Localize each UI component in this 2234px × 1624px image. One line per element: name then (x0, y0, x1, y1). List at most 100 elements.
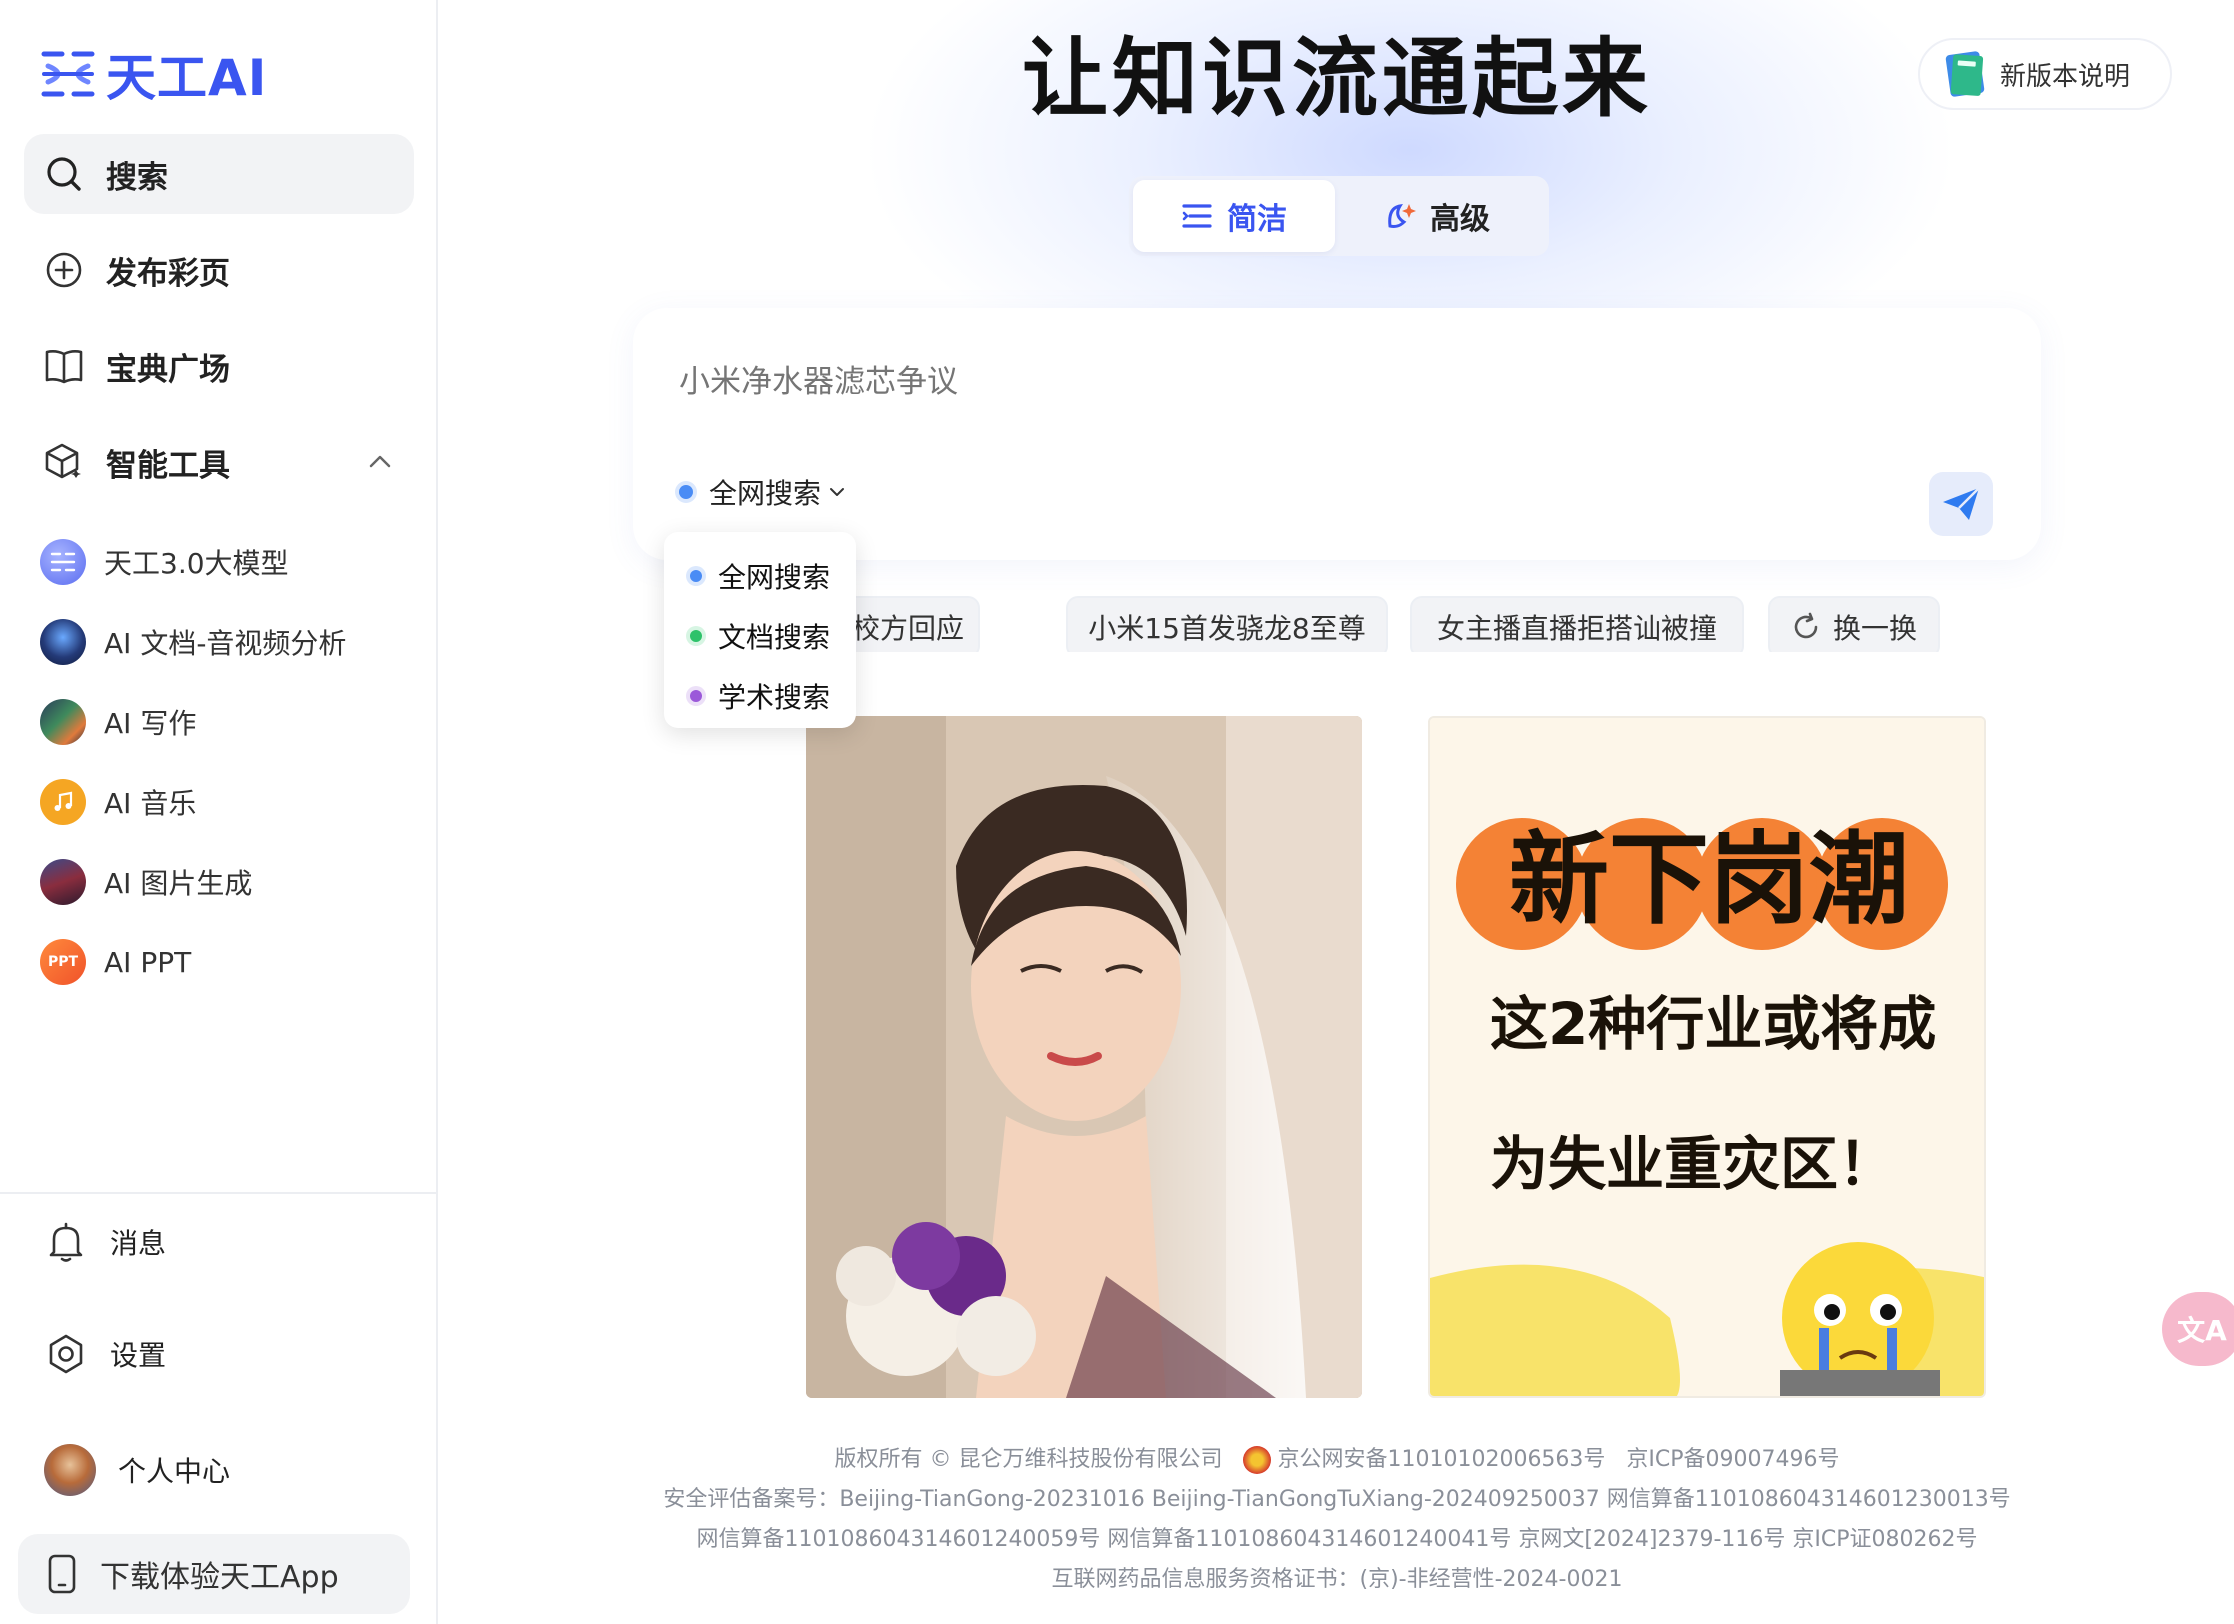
bell-icon (44, 1220, 88, 1264)
phone-icon (48, 1554, 76, 1594)
tiangong-model-icon (40, 539, 86, 585)
sidebar-item-profile[interactable]: 个人中心 (44, 1444, 230, 1496)
chevron-up-icon[interactable] (366, 448, 394, 476)
mode-toggle: 简洁 高级 (1129, 176, 1549, 256)
hot-topic-label: 小米15首发骁龙8至尊 (1088, 612, 1366, 645)
refresh-label: 换一换 (1832, 612, 1917, 645)
writing-icon (40, 699, 86, 745)
gear-icon (44, 1332, 88, 1376)
tool-label: AI PPT (104, 945, 192, 979)
footer-line4: 互联网药品信息服务资格证书：(京)-非经营性-2024-0021 (1051, 1567, 1623, 1592)
scope-option-label: 文档搜索 (718, 621, 831, 654)
footer-line3: 网信算备110108604314601240059号 网信算备110108604… (696, 1527, 1978, 1552)
tool-item-ppt[interactable]: PPT AI PPT (40, 922, 420, 1002)
tab-advanced[interactable]: 高级 (1337, 180, 1537, 252)
avatar (44, 1444, 96, 1496)
tool-item-writing[interactable]: AI 写作 (40, 682, 420, 762)
sidebar-item-label: 搜索 (106, 159, 168, 196)
footer-line1: 版权所有 © 昆仑万维科技股份有限公司 京公网安备11010102006563号… (440, 1440, 2234, 1480)
hot-topic-chip[interactable]: 女主播直播拒搭讪被撞 (1410, 596, 1744, 658)
tab-simple-label: 简洁 (1227, 202, 1287, 237)
tool-item-image-gen[interactable]: AI 图片生成 (40, 842, 420, 922)
sidebar-nav: 搜索 发布彩页 宝典广场 智能工具 (24, 134, 414, 518)
hot-topic-label: 女主播直播拒搭讪被撞 (1436, 612, 1717, 645)
translate-float-button[interactable]: 文A (2162, 1292, 2234, 1366)
police-emblem-icon (1243, 1446, 1272, 1474)
search-scope-select[interactable]: 全网搜索 (679, 472, 847, 512)
sidebar-item-settings[interactable]: 设置 (44, 1332, 166, 1376)
book-open-icon (44, 346, 84, 386)
scope-option-label: 学术搜索 (718, 681, 831, 714)
sidebar-item-messages[interactable]: 消息 (44, 1220, 166, 1264)
feed-card-photo[interactable] (806, 716, 1362, 1398)
sidebar-divider (0, 1192, 436, 1194)
public-security-record-link[interactable]: 京公网安备11010102006563号 (1277, 1447, 1605, 1472)
scope-option-label: 全网搜索 (718, 561, 831, 594)
poster-title: 新下岗潮 (1509, 821, 1909, 938)
poster-line1: 这2种行业或将成 (1490, 990, 1936, 1058)
download-label: 下载体验天工App (100, 1560, 339, 1595)
sidebar-item-handbook[interactable]: 宝典广场 (24, 326, 414, 406)
new-version-button[interactable]: 新版本说明 (1918, 38, 2172, 110)
bride-photo-image (806, 716, 1362, 1398)
scope-dot-icon (690, 570, 702, 582)
scope-dot-icon (690, 690, 702, 702)
music-icon (40, 779, 86, 825)
brand-logo[interactable]: 天工AI (40, 38, 267, 110)
tool-label: AI 文档-音视频分析 (104, 627, 347, 660)
tool-item-tiangong-model[interactable]: 天工3.0大模型 (40, 522, 420, 602)
plus-circle-icon (44, 250, 84, 290)
tab-simple[interactable]: 简洁 (1133, 180, 1335, 252)
messages-label: 消息 (110, 1227, 167, 1260)
search-scope-dropdown: 全网搜索 文档搜索 学术搜索 (664, 532, 856, 728)
search-icon (44, 154, 84, 194)
search-box: 全网搜索 (633, 308, 2041, 560)
tool-item-doc-av-analysis[interactable]: AI 文档-音视频分析 (40, 602, 420, 682)
logo-text: 天工AI (106, 49, 268, 107)
news-poster-image: 新下岗潮 这2种行业或将成 为失业重灾区！ (1430, 718, 1984, 1396)
search-scope-label: 全网搜索 (709, 477, 822, 510)
footer-line2: 安全评估备案号：Beijing-TianGong-20231016 Beijin… (663, 1487, 2011, 1512)
scope-option-web[interactable]: 全网搜索 (664, 546, 856, 606)
tiangong-logo-icon (41, 51, 95, 97)
translate-icon: 文A (2177, 1314, 2227, 1347)
sidebar-item-label: 发布彩页 (106, 255, 230, 292)
profile-label: 个人中心 (118, 1455, 231, 1488)
download-app-button[interactable]: 下载体验天工App (18, 1534, 410, 1614)
search-input[interactable] (679, 364, 1879, 400)
poster-line2: 为失业重灾区！ (1490, 1130, 1896, 1198)
new-version-label: 新版本说明 (2000, 61, 2131, 92)
copyright-text: 版权所有 © 昆仑万维科技股份有限公司 (834, 1447, 1223, 1472)
feed-card-news[interactable]: 新下岗潮 这2种行业或将成 为失业重灾区！ (1428, 716, 1986, 1398)
sidebar-item-label: 智能工具 (106, 447, 230, 484)
tool-label: 天工3.0大模型 (104, 547, 289, 580)
tools-list: 天工3.0大模型 AI 文档-音视频分析 AI 写作 AI 音乐 AI 图片生成… (40, 522, 420, 1002)
image-gen-icon (40, 859, 86, 905)
scope-dot-icon (690, 630, 702, 642)
icp-record-link[interactable]: 京ICP备09007496号 (1626, 1447, 1839, 1472)
sidebar-item-publish[interactable]: 发布彩页 (24, 230, 414, 310)
sidebar-item-search[interactable]: 搜索 (24, 134, 414, 214)
sidebar: 天工AI 搜索 发布彩页 宝典广场 智能工具 天工3.0大模型 AI 文档-音视… (0, 0, 438, 1624)
tab-advanced-label: 高级 (1430, 202, 1490, 237)
sidebar-item-label: 宝典广场 (106, 351, 230, 388)
advanced-sparkle-icon (1388, 203, 1416, 228)
scope-option-academic[interactable]: 学术搜索 (664, 666, 856, 726)
chevron-down-icon (830, 488, 845, 496)
hot-topic-chip[interactable]: 小米15首发骁龙8至尊 (1066, 596, 1388, 658)
doc-av-analysis-icon (40, 619, 86, 665)
scope-option-docs[interactable]: 文档搜索 (664, 606, 856, 666)
scope-dot-icon (679, 485, 693, 499)
ppt-icon: PPT (40, 939, 86, 985)
sidebar-item-smart-tools[interactable]: 智能工具 (24, 422, 414, 502)
tool-item-music[interactable]: AI 音乐 (40, 762, 420, 842)
send-button[interactable] (1929, 472, 1993, 536)
refresh-topics-button[interactable]: 换一换 (1768, 596, 1940, 658)
settings-label: 设置 (110, 1339, 167, 1372)
main-area: 让知识流通起来 新版本说明 简洁 高级 全网搜索 搜身校方回应 小米 (440, 0, 2234, 1624)
release-notes-book-icon (1945, 51, 1985, 97)
footer: 版权所有 © 昆仑万维科技股份有限公司 京公网安备11010102006563号… (440, 1440, 2234, 1600)
tool-label: AI 写作 (104, 707, 197, 740)
refresh-icon (1794, 612, 1818, 639)
tool-label: AI 图片生成 (104, 867, 253, 900)
